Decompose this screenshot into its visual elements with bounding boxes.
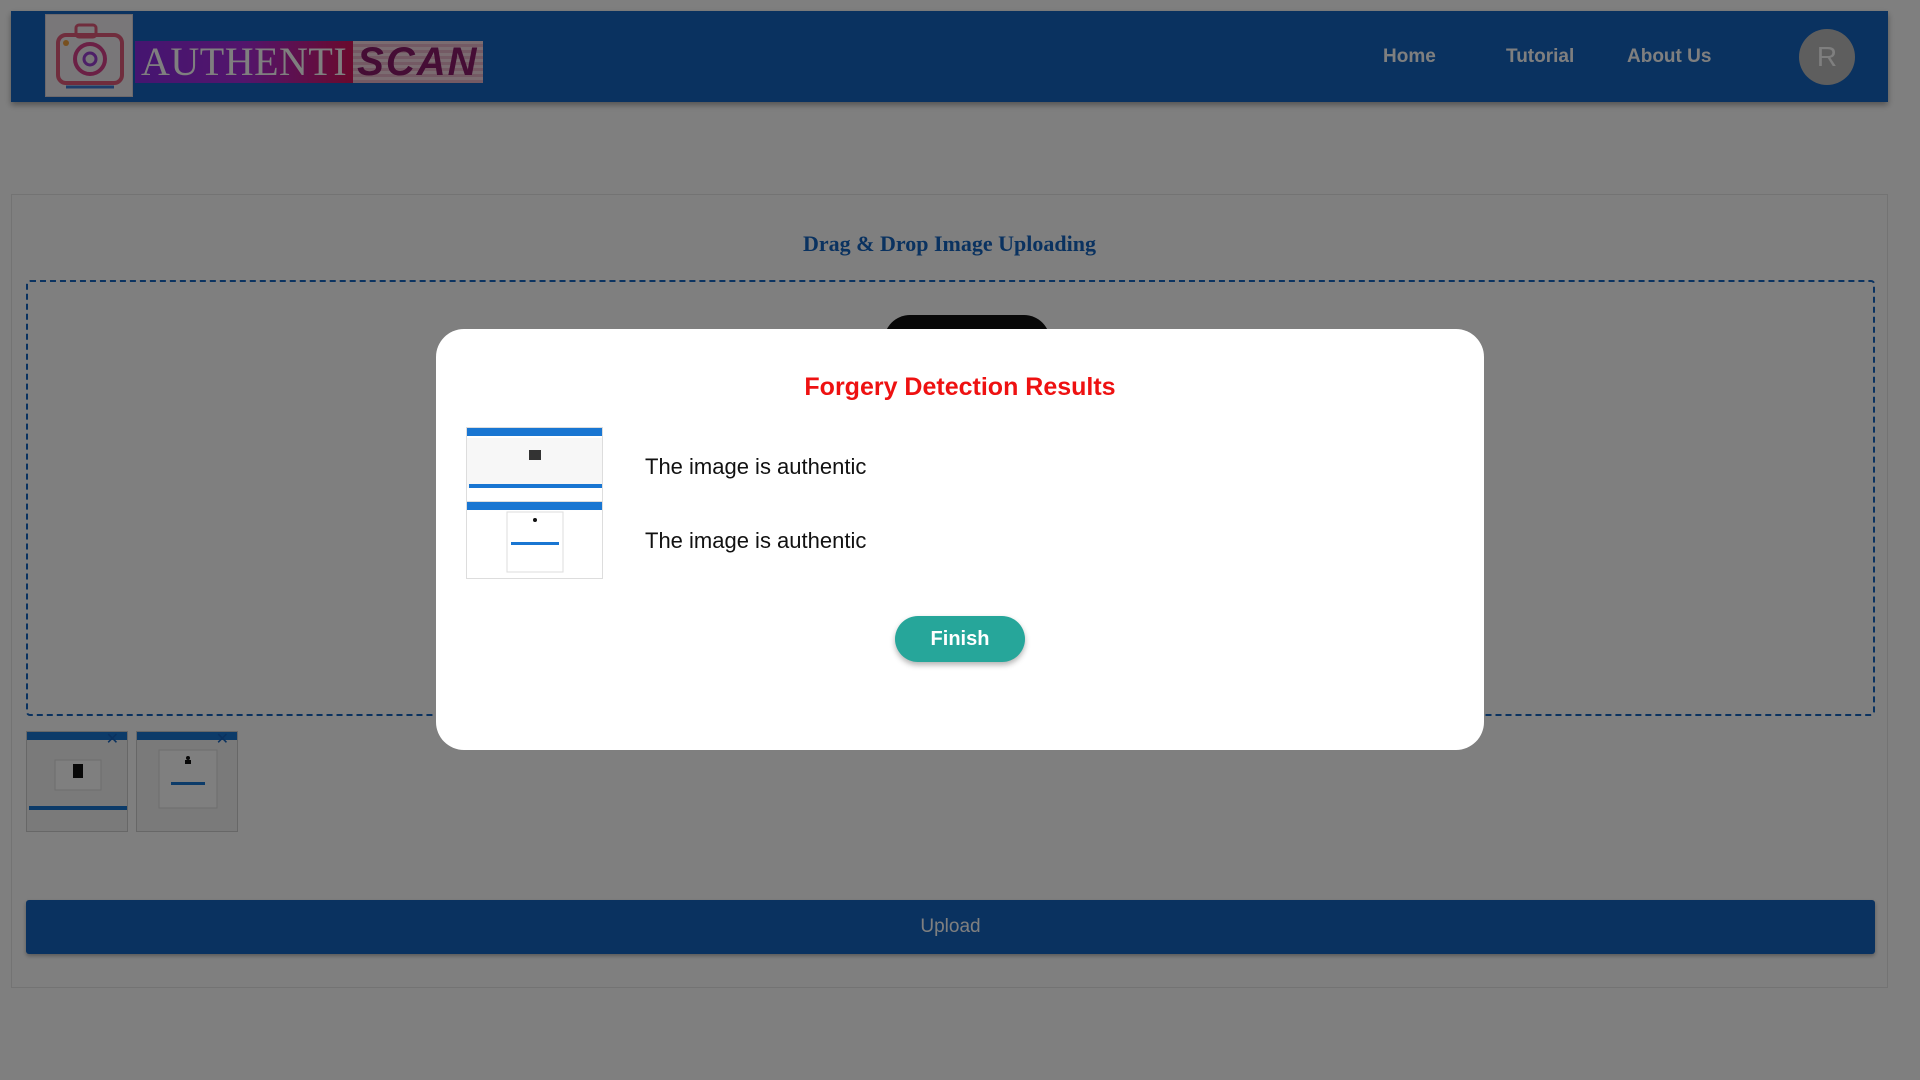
results-modal: Forgery Detection Results The image is a… [436,329,1484,750]
finish-button[interactable]: Finish [895,616,1025,662]
result-thumbnail [466,501,603,579]
modal-title: Forgery Detection Results [804,373,1116,401]
page: AUTHENTI SCAN Home Tutorial About Us R D… [0,0,1920,1080]
result-thumbnail-preview [467,438,602,488]
result-text: The image is authentic [645,528,867,553]
result-thumbnail-bar [467,502,602,510]
result-thumbnail-bar [467,428,602,436]
result-thumbnail-preview [506,511,564,573]
result-thumbnail [466,427,603,505]
result-text: The image is authentic [645,454,867,479]
